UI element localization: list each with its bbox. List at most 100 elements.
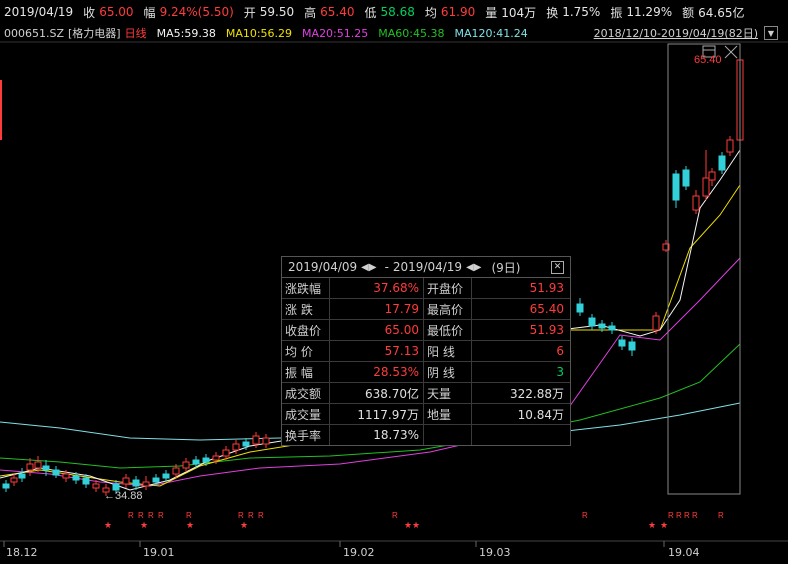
candle-body [18, 473, 26, 479]
signal-marker: R [692, 511, 698, 520]
stats-start-date: 2019/04/09 [288, 260, 358, 274]
star-marker: ★ [104, 521, 112, 531]
stats-key: 收盘价 [282, 320, 330, 340]
stats-value: 322.88万 [510, 386, 564, 401]
stats-value: 1117.97万 [330, 404, 424, 424]
candle-body [132, 479, 140, 487]
candle-body [2, 483, 10, 489]
candle-body [652, 315, 660, 331]
stats-key: 涨跌幅 [282, 278, 330, 298]
signal-marker: R [138, 511, 144, 520]
candle-body [222, 449, 230, 457]
signal-marker: R [684, 511, 690, 520]
edge-marker [0, 80, 2, 140]
signal-marker: R [128, 511, 134, 520]
candle-body [682, 169, 690, 187]
start-date-stepper-icon[interactable]: ◀▶ [361, 262, 376, 273]
candle-body [598, 323, 606, 329]
stats-key: 成交额 [282, 383, 330, 403]
signal-marker: R [248, 511, 254, 520]
candle-body [52, 469, 60, 476]
candle-body [122, 477, 130, 485]
star-marker: ★ [412, 521, 420, 531]
candle-body [26, 463, 34, 471]
stats-key: 地量 [424, 404, 472, 424]
candle-body [702, 177, 710, 197]
candle-body [34, 461, 42, 469]
stats-row: 成交额 638.70亿 天量 322.88万 [282, 383, 570, 404]
stats-header: 2019/04/09 ◀▶ - 2019/04/19 ◀▶ (9日) ✕ [282, 257, 570, 278]
stats-value: 51.93 [529, 323, 564, 337]
candle-body [588, 317, 596, 327]
candle-body [576, 303, 584, 313]
stats-end-date: 2019/04/19 [392, 260, 463, 274]
candle-body [672, 173, 680, 201]
x-label-mar: 19.03 [479, 546, 511, 559]
stats-row: 均 价 57.13 阳 线 6 [282, 341, 570, 362]
candle-body [212, 455, 220, 461]
signal-marker: R [258, 511, 264, 520]
star-marker: ★ [240, 521, 248, 531]
candle-body [202, 457, 210, 463]
star-marker: ★ [186, 521, 194, 531]
stats-key: 阴 线 [424, 362, 472, 382]
stats-value: 57.13 [330, 341, 424, 361]
signal-marker: R [676, 511, 682, 520]
x-label-feb: 19.02 [343, 546, 375, 559]
end-date-stepper-icon[interactable]: ◀▶ [466, 262, 481, 273]
signal-marker: R [238, 511, 244, 520]
stats-value: 18.73% [330, 425, 424, 445]
stats-value: 37.68% [330, 278, 424, 298]
stats-key: 换手率 [282, 425, 330, 445]
stats-date-sep: - [384, 260, 389, 274]
stats-row: 成交量 1117.97万 地量 10.84万 [282, 404, 570, 425]
stats-row: 收盘价 65.00 最低价 51.93 [282, 320, 570, 341]
stats-key: 最低价 [424, 320, 472, 340]
stats-value [472, 425, 568, 445]
signal-marker: R [158, 511, 164, 520]
candle-body [62, 473, 70, 479]
signal-marker: R [186, 511, 192, 520]
signal-marker: R [392, 511, 398, 520]
candle-body [182, 461, 190, 469]
interval-stats-panel: 2019/04/09 ◀▶ - 2019/04/19 ◀▶ (9日) ✕ 涨跌幅… [281, 256, 571, 446]
stats-value: 17.79 [330, 299, 424, 319]
candle-body [192, 459, 200, 465]
stats-value: 6 [556, 344, 564, 358]
stats-value: 28.53% [330, 362, 424, 382]
close-icon[interactable]: ✕ [551, 260, 564, 274]
candle-body [232, 443, 240, 451]
candle-body [172, 467, 180, 475]
signal-marker: R [668, 511, 674, 520]
stats-value: 51.93 [529, 281, 564, 295]
stats-key [424, 425, 472, 445]
stats-row: 涨 跌 17.79 最高价 65.40 [282, 299, 570, 320]
candle-body [628, 341, 636, 351]
stats-value: 65.40 [529, 302, 564, 316]
candle-body [618, 339, 626, 347]
close-icon[interactable] [724, 45, 738, 59]
candle-body [162, 473, 170, 479]
candle-body [82, 477, 90, 485]
candle-body [42, 465, 50, 471]
candle-body [72, 475, 80, 481]
stats-row: 振 幅 28.53% 阴 线 3 [282, 362, 570, 383]
stats-key: 涨 跌 [282, 299, 330, 319]
signal-marker: R [582, 511, 588, 520]
stats-value: 3 [556, 365, 564, 379]
stats-row: 涨跌幅 37.68% 开盘价 51.93 [282, 278, 570, 299]
stats-key: 成交量 [282, 404, 330, 424]
signal-marker: R [718, 511, 724, 520]
candle-body [152, 477, 160, 483]
candle-body [142, 481, 150, 487]
candle-body [718, 155, 726, 171]
candle-body [692, 195, 700, 211]
stats-key: 开盘价 [424, 278, 472, 298]
stats-value: 65.00 [330, 320, 424, 340]
star-marker: ★ [660, 521, 668, 531]
stats-key: 均 价 [282, 341, 330, 361]
stats-value: 638.70亿 [330, 383, 424, 403]
stats-key: 阳 线 [424, 341, 472, 361]
signal-marker: R [148, 511, 154, 520]
star-marker: ★ [404, 521, 412, 531]
